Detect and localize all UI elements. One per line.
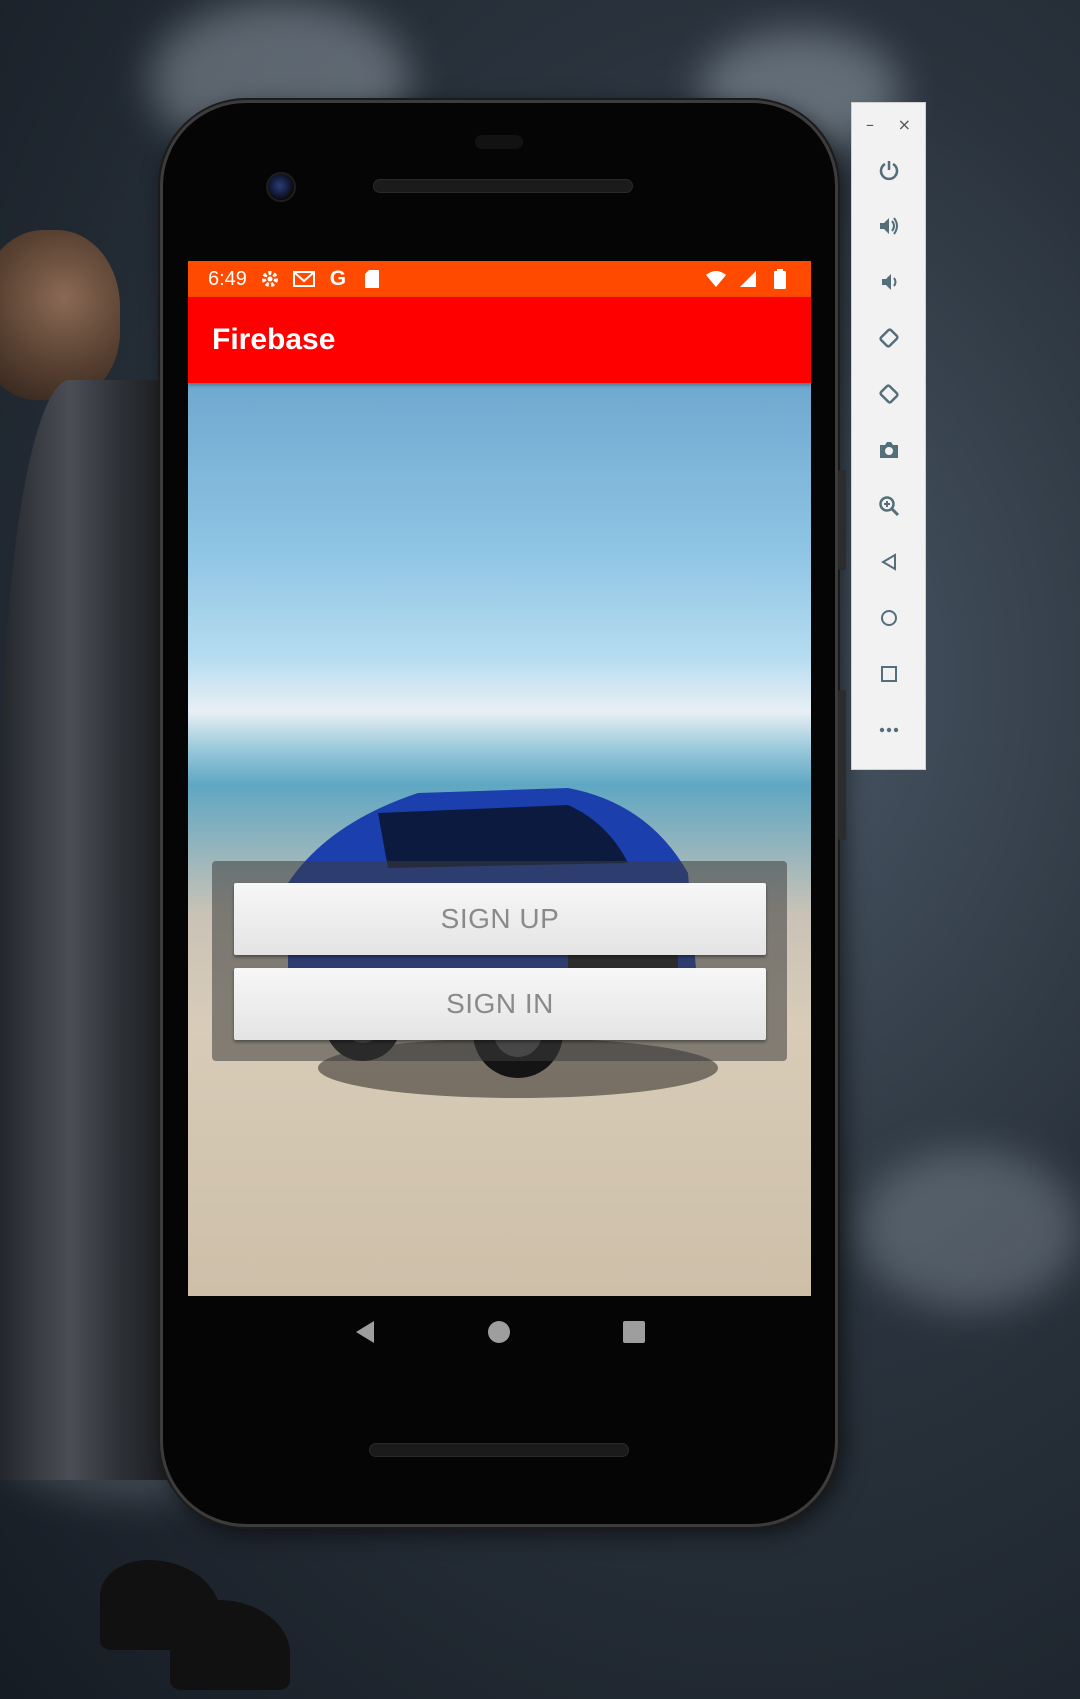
phone-side-button [838,690,846,840]
overview-icon[interactable] [852,646,925,702]
phone-notch [475,135,523,149]
recents-icon[interactable] [614,1312,654,1352]
back-icon[interactable] [852,534,925,590]
wallpaper-figure-coat [0,380,175,1480]
status-time: 6:49 [208,267,247,290]
home-icon[interactable] [852,590,925,646]
zoom-icon[interactable] [852,478,925,534]
wallpaper-figure-head [0,230,120,400]
google-icon: G [329,267,347,290]
more-icon[interactable] [852,702,925,758]
home-icon[interactable] [479,1312,519,1352]
bottom-speaker [369,1443,629,1457]
camera-icon[interactable] [852,422,925,478]
auth-panel: SIGN UP SIGN IN [212,861,787,1061]
background-image: SIGN UP SIGN IN [188,383,811,1296]
sign-up-button[interactable]: SIGN UP [234,883,766,955]
close-button[interactable]: × [898,115,911,134]
rotate-left-icon[interactable] [852,310,925,366]
gmail-icon [292,268,315,290]
gear-icon [259,268,281,290]
device-screen: 6:49 G Firebase SIGN UP SIGN IN [188,261,811,1296]
earpiece-speaker [373,179,633,193]
app-bar: Firebase [188,297,811,383]
app-title: Firebase [212,323,336,356]
rotate-right-icon[interactable] [852,366,925,422]
back-icon[interactable] [345,1312,385,1352]
minimize-button[interactable]: – [866,115,874,134]
power-icon[interactable] [852,142,925,198]
front-camera-icon [266,172,296,202]
battery-icon [769,268,791,290]
volume-up-icon[interactable] [852,198,925,254]
wifi-icon [705,268,727,290]
navigation-bar [188,1296,811,1368]
sd-card-icon [361,268,383,290]
sign-in-button[interactable]: SIGN IN [234,968,766,1040]
status-bar: 6:49 G [188,261,811,297]
emulator-toolbar: – × [851,102,926,770]
phone-side-button [838,470,846,570]
volume-down-icon[interactable] [852,254,925,310]
signal-icon [737,268,759,290]
